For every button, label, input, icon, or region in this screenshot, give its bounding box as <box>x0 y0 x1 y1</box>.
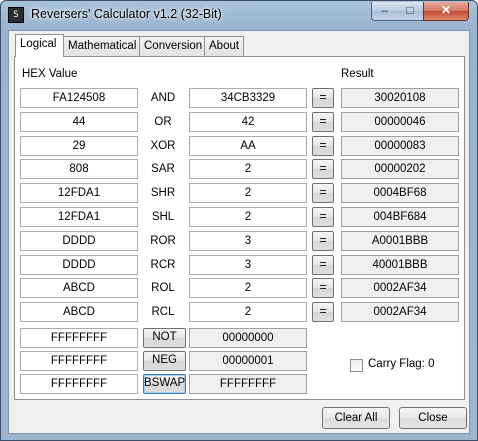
hex-value-label: HEX Value <box>22 68 78 80</box>
hex-input-unary[interactable]: FFFFFFFF <box>20 374 138 394</box>
close-button[interactable]: Close <box>399 407 467 429</box>
result-field: A0001BBB <box>341 231 459 251</box>
equals-button[interactable]: = <box>312 207 334 227</box>
client-area: Logical Mathematical Conversion About HE… <box>8 30 470 434</box>
operator-label: AND <box>150 92 176 104</box>
result-field: 0002AF34 <box>341 278 459 298</box>
carry-flag-checkbox[interactable] <box>350 359 363 372</box>
hex-input-b[interactable]: 2 <box>189 183 307 203</box>
app-icon[interactable]: S <box>8 7 24 23</box>
window-title: Reversers' Calculator v1.2 (32-Bit) <box>31 7 222 21</box>
logical-panel: HEX Value Result FA124508 AND 34CB3329 = 300… <box>14 56 465 400</box>
hex-input-a[interactable]: ABCD <box>20 302 138 322</box>
carry-flag-label: Carry Flag: 0 <box>368 358 435 370</box>
equals-button[interactable]: = <box>312 278 334 298</box>
hex-input-b[interactable]: 3 <box>189 255 307 275</box>
hex-input-a[interactable]: 12FDA1 <box>20 207 138 227</box>
result-field: 40001BBB <box>341 255 459 275</box>
equals-button[interactable]: = <box>312 88 334 108</box>
equals-button[interactable]: = <box>312 112 334 132</box>
result-field: 00000202 <box>341 159 459 179</box>
unary-op-button[interactable]: NEG <box>143 351 186 371</box>
operator-label: XOR <box>150 140 176 152</box>
hex-input-b[interactable]: 2 <box>189 159 307 179</box>
tab-about[interactable]: About <box>204 36 244 56</box>
result-field: 30020108 <box>341 88 459 108</box>
operator-label: ROR <box>150 235 176 247</box>
equals-button[interactable]: = <box>312 255 334 275</box>
hex-input-a[interactable]: 29 <box>20 136 138 156</box>
operator-label: OR <box>154 116 172 128</box>
hex-input-a[interactable]: ABCD <box>20 278 138 298</box>
operator-label: SHL <box>151 211 175 223</box>
unary-result-field: FFFFFFFF <box>189 374 307 394</box>
unary-result-field: 00000001 <box>189 351 307 371</box>
calculator-window: S Reversers' Calculator v1.2 (32-Bit) – … <box>0 0 478 441</box>
hex-input-a[interactable]: DDDD <box>20 231 138 251</box>
tab-mathematical[interactable]: Mathematical <box>63 36 140 56</box>
tab-conversion[interactable]: Conversion <box>139 36 205 56</box>
equals-button[interactable]: = <box>312 302 334 322</box>
result-label: Result <box>341 68 374 80</box>
result-field: 00000083 <box>341 136 459 156</box>
maximize-button[interactable]: □ <box>397 2 424 21</box>
result-field: 004BF684 <box>341 207 459 227</box>
hex-input-unary[interactable]: FFFFFFFF <box>20 328 138 348</box>
unary-result-field: 00000000 <box>189 328 307 348</box>
minimize-button[interactable]: – <box>371 2 398 21</box>
operator-label: RCL <box>151 306 175 318</box>
hex-input-b[interactable]: 34CB3329 <box>189 88 307 108</box>
equals-button[interactable]: = <box>312 136 334 156</box>
operator-label: RCR <box>150 259 176 271</box>
operator-label: ROL <box>151 282 175 294</box>
clear-all-button[interactable]: Clear All <box>322 407 390 429</box>
hex-input-unary[interactable]: FFFFFFFF <box>20 351 138 371</box>
result-field: 0004BF68 <box>341 183 459 203</box>
hex-input-b[interactable]: 2 <box>189 278 307 298</box>
result-field: 00000046 <box>341 112 459 132</box>
equals-button[interactable]: = <box>312 183 334 203</box>
equals-button[interactable]: = <box>312 231 334 251</box>
operator-label: SAR <box>151 163 175 175</box>
hex-input-b[interactable]: 2 <box>189 207 307 227</box>
unary-op-button[interactable]: NOT <box>143 328 186 348</box>
title-bar[interactable]: S Reversers' Calculator v1.2 (32-Bit) – … <box>1 1 477 29</box>
unary-op-button[interactable]: BSWAP <box>143 374 186 394</box>
result-field: 0002AF34 <box>341 302 459 322</box>
hex-input-a[interactable]: 808 <box>20 159 138 179</box>
hex-input-b[interactable]: 42 <box>189 112 307 132</box>
hex-input-a[interactable]: 44 <box>20 112 138 132</box>
hex-input-b[interactable]: 3 <box>189 231 307 251</box>
hex-input-b[interactable]: AA <box>189 136 307 156</box>
close-window-button[interactable]: ✕ <box>423 2 469 21</box>
operator-label: SHR <box>150 187 176 199</box>
hex-input-a[interactable]: 12FDA1 <box>20 183 138 203</box>
equals-button[interactable]: = <box>312 159 334 179</box>
tab-logical[interactable]: Logical <box>15 34 64 57</box>
hex-input-a[interactable]: FA124508 <box>20 88 138 108</box>
hex-input-b[interactable]: 2 <box>189 302 307 322</box>
hex-input-a[interactable]: DDDD <box>20 255 138 275</box>
